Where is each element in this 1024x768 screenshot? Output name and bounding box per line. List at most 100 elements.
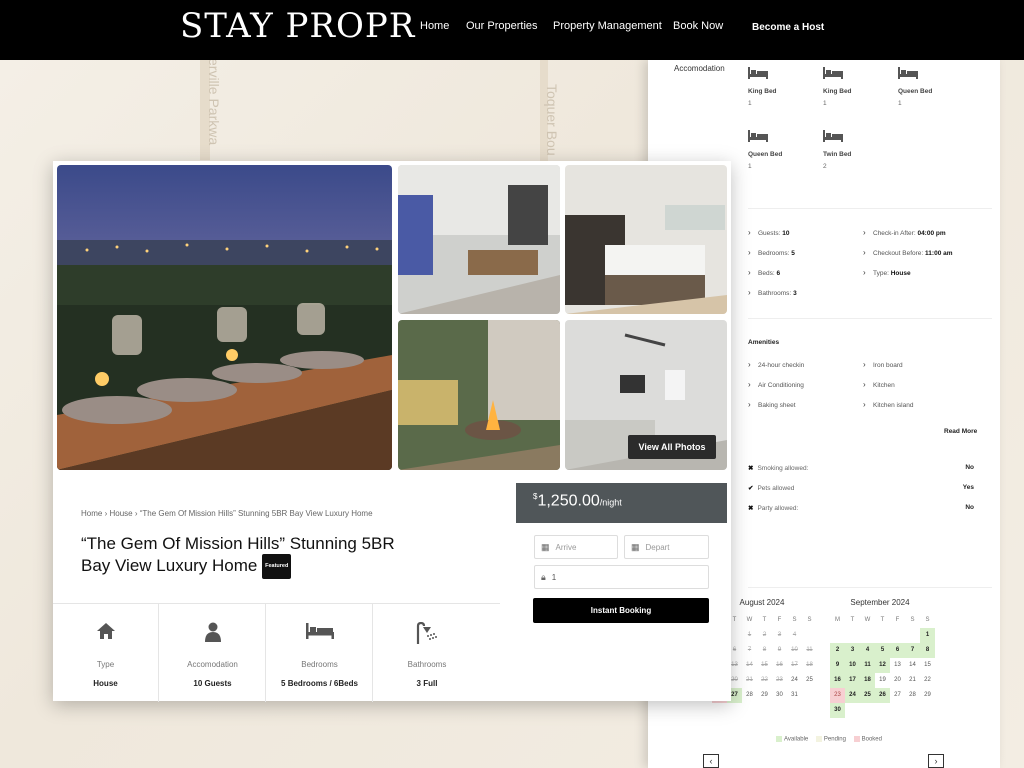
stat-bathrooms: Bathrooms 3 Full <box>374 604 480 702</box>
calendar-day[interactable]: 6 <box>890 643 905 658</box>
calendar-weekday: W <box>864 617 871 623</box>
calendar-day[interactable]: 29 <box>920 688 935 703</box>
calendar-day[interactable]: 26 <box>875 688 890 703</box>
depart-input[interactable]: ▦ Depart <box>624 535 709 559</box>
calendar-prev-button[interactable]: ‹ <box>703 754 719 768</box>
calendar-day[interactable]: 24 <box>787 673 802 688</box>
bed-name: Twin Bed <box>823 151 852 158</box>
calendar-day[interactable]: 23 <box>772 673 787 688</box>
calendar-day[interactable]: 25 <box>860 688 875 703</box>
chevron-right-icon: › <box>863 400 866 409</box>
calendar-day[interactable]: 16 <box>772 658 787 673</box>
calendar-day[interactable]: 14 <box>905 658 920 673</box>
amenity-item: › Iron board <box>863 360 903 369</box>
calendar-day[interactable]: 13 <box>890 658 905 673</box>
calendar-day[interactable]: 19 <box>875 673 890 688</box>
calendar-day[interactable]: 27 <box>890 688 905 703</box>
stat-type: Type House <box>53 604 159 702</box>
calendar-day[interactable]: 2 <box>757 628 772 643</box>
calendar-day[interactable]: 1 <box>742 628 757 643</box>
calendar-day[interactable]: 12 <box>875 658 890 673</box>
calendar-day[interactable]: 18 <box>802 658 817 673</box>
calendar-day[interactable]: 7 <box>905 643 920 658</box>
instant-booking-button[interactable]: Instant Booking <box>533 598 709 623</box>
calendar-day[interactable]: 15 <box>757 658 772 673</box>
calendar-weekday: S <box>807 617 812 623</box>
calendar-day[interactable]: 9 <box>772 643 787 658</box>
calendar-day[interactable]: 3 <box>772 628 787 643</box>
calendar-day[interactable]: 22 <box>757 673 772 688</box>
calendar-day[interactable]: 18 <box>860 673 875 688</box>
calendar-day[interactable]: 8 <box>757 643 772 658</box>
breadcrumb-house[interactable]: House <box>109 509 132 518</box>
view-all-photos-button[interactable]: View All Photos <box>628 435 716 459</box>
calendar-day[interactable]: 17 <box>787 658 802 673</box>
calendar-day <box>890 628 905 643</box>
calendar-day[interactable]: 30 <box>830 703 845 718</box>
bed-icon <box>748 66 768 80</box>
calendar-day[interactable]: 25 <box>802 673 817 688</box>
detail-guests: › Guests: 10 <box>748 228 790 237</box>
calendar-day[interactable]: 16 <box>830 673 845 688</box>
check-icon: ✔ <box>748 485 754 492</box>
bed-icon <box>823 129 843 143</box>
calendar-day[interactable]: 30 <box>772 688 787 703</box>
nav-our-properties[interactable]: Our Properties <box>466 20 538 32</box>
calendar-day[interactable]: 4 <box>860 643 875 658</box>
nav-book-now[interactable]: Book Now <box>673 20 723 32</box>
patio-firepit-photo[interactable] <box>398 320 560 470</box>
calendar-day[interactable]: 28 <box>742 688 757 703</box>
calendar-day[interactable]: 2 <box>830 643 845 658</box>
calendar-weekday: W <box>746 617 753 623</box>
calendar-day[interactable]: 22 <box>920 673 935 688</box>
arrive-input[interactable]: ▦ Arrive <box>534 535 618 559</box>
calendar-day[interactable]: 20 <box>890 673 905 688</box>
lock-icon: 🔒︎ <box>541 572 546 582</box>
breadcrumb: Home › House › “The Gem Of Mission Hills… <box>81 509 373 518</box>
bed-card: Queen Bed 1 <box>898 66 958 107</box>
nav-home[interactable]: Home <box>420 20 449 32</box>
become-host-link[interactable]: Become a Host <box>752 22 824 33</box>
calendar-day[interactable]: 11 <box>860 658 875 673</box>
game-room-photo[interactable] <box>398 165 560 314</box>
calendar-day[interactable]: 21 <box>742 673 757 688</box>
stat-value: 5 Bedrooms / 6Beds <box>281 679 358 688</box>
guests-input[interactable]: 🔒︎ 1 <box>534 565 709 589</box>
calendar-weekday: S <box>925 617 930 623</box>
calendar-day[interactable]: 5 <box>875 643 890 658</box>
read-more-link[interactable]: Read More <box>944 428 977 435</box>
bed-count: 1 <box>898 100 902 107</box>
bed-icon <box>898 66 918 80</box>
kitchen-photo[interactable] <box>565 165 727 314</box>
calendar-day[interactable]: 29 <box>757 688 772 703</box>
calendar-day[interactable]: 7 <box>742 643 757 658</box>
bed-count: 1 <box>823 100 827 107</box>
accommodation-label: Accomodation <box>674 64 725 73</box>
site-header: STAY PROPR Home Our Properties Property … <box>0 0 1024 60</box>
calendar-day[interactable]: 28 <box>905 688 920 703</box>
calendar-day[interactable]: 8 <box>920 643 935 658</box>
calendar-day[interactable]: 23 <box>830 688 845 703</box>
calendar-day[interactable]: 11 <box>802 643 817 658</box>
divider <box>748 208 992 209</box>
calendar-day[interactable]: 17 <box>845 673 860 688</box>
calendar-next-button[interactable]: › <box>928 754 944 768</box>
calendar-day[interactable]: 3 <box>845 643 860 658</box>
calendar-day[interactable]: 21 <box>905 673 920 688</box>
calendar-day[interactable]: 15 <box>920 658 935 673</box>
legend-swatch <box>776 736 782 742</box>
calendar-day[interactable]: 10 <box>845 658 860 673</box>
site-logo[interactable]: STAY PROPR <box>180 6 415 46</box>
bed-icon <box>748 129 768 143</box>
calendar-day[interactable]: 1 <box>920 628 935 643</box>
calendar-day[interactable]: 10 <box>787 643 802 658</box>
stat-value: 10 Guests <box>193 679 232 688</box>
calendar-day[interactable]: 14 <box>742 658 757 673</box>
breadcrumb-home[interactable]: Home <box>81 509 102 518</box>
main-photo[interactable] <box>57 165 392 470</box>
nav-property-management[interactable]: Property Management <box>553 20 662 32</box>
calendar-day[interactable]: 24 <box>845 688 860 703</box>
calendar-day[interactable]: 4 <box>787 628 802 643</box>
calendar-day[interactable]: 9 <box>830 658 845 673</box>
calendar-day[interactable]: 31 <box>787 688 802 703</box>
